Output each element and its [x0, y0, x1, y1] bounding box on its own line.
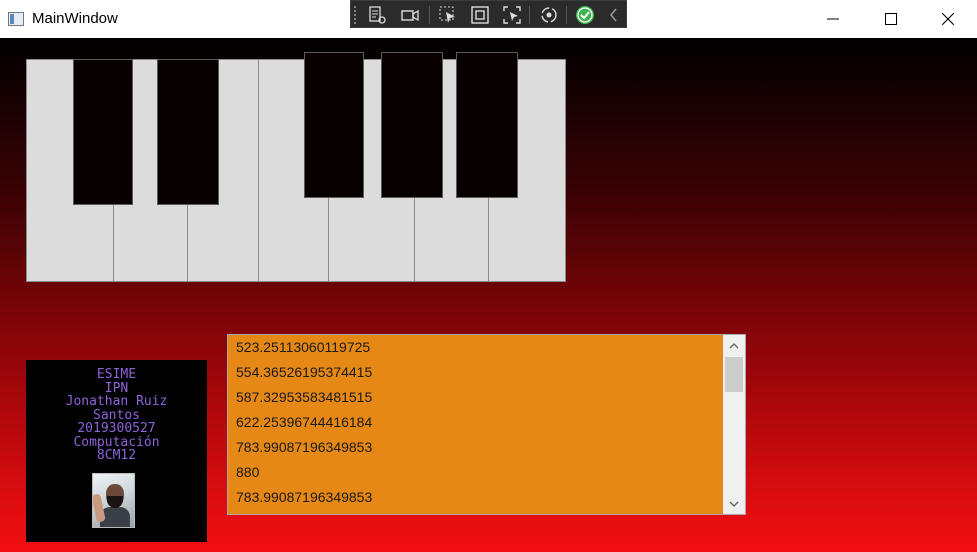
- toolbar-separator: [566, 6, 567, 24]
- chevron-down-icon: [729, 501, 739, 507]
- list-item[interactable]: 783.99087196349853: [228, 435, 723, 460]
- track-focus-icon[interactable]: [501, 4, 523, 26]
- window-content: ESIME IPN Jonathan Ruiz Santos 201930052…: [0, 38, 977, 552]
- list-item[interactable]: 587.32953583481515: [228, 385, 723, 410]
- vertical-scrollbar[interactable]: [723, 335, 745, 514]
- scroll-thumb[interactable]: [725, 357, 743, 392]
- close-button[interactable]: [919, 0, 977, 38]
- info-line: IPN: [104, 380, 129, 396]
- frequency-listbox[interactable]: 523.25113060119725 554.36526195374415 58…: [227, 334, 746, 515]
- close-icon: [942, 13, 954, 25]
- info-line: Jonathan Ruiz: [65, 394, 168, 409]
- frequency-list: 523.25113060119725 554.36526195374415 58…: [228, 335, 723, 514]
- display-layout-adorners-icon[interactable]: [469, 4, 491, 26]
- piano-black-key[interactable]: [456, 52, 518, 198]
- info-line: Santos: [93, 407, 140, 423]
- toolbar-separator: [429, 6, 430, 24]
- app-window-icon: [8, 12, 24, 26]
- maximize-button[interactable]: [862, 0, 920, 38]
- piano-keyboard: [26, 52, 566, 282]
- author-info-text: ESIME IPN Jonathan Ruiz Santos 201930052…: [26, 368, 207, 463]
- list-item[interactable]: 880: [228, 460, 723, 485]
- hot-reload-icon[interactable]: [538, 4, 560, 26]
- window-title: MainWindow: [32, 10, 118, 27]
- minimize-button[interactable]: [804, 0, 862, 38]
- list-item[interactable]: 554.36526195374415: [228, 360, 723, 385]
- binding-ok-icon[interactable]: [574, 4, 596, 26]
- info-line: Computación: [73, 434, 160, 450]
- info-line: 8CM12: [96, 448, 137, 463]
- collapse-chevron-icon[interactable]: [603, 4, 625, 26]
- list-item[interactable]: 622.25396744416184: [228, 410, 723, 435]
- select-element-icon[interactable]: [437, 4, 459, 26]
- minimize-icon: [827, 18, 839, 20]
- piano-black-key[interactable]: [157, 59, 219, 205]
- chevron-up-icon: [729, 342, 739, 348]
- list-item[interactable]: 783.99087196349853: [228, 485, 723, 510]
- scroll-up-button[interactable]: [723, 335, 745, 356]
- record-icon[interactable]: [399, 4, 421, 26]
- toolbar-grip-icon[interactable]: [353, 5, 357, 25]
- info-line: 2019300527: [77, 421, 156, 436]
- toolbar-separator: [529, 6, 530, 24]
- live-visual-tree-icon[interactable]: [366, 4, 388, 26]
- xaml-debug-toolbar: [350, 0, 627, 28]
- list-item[interactable]: 523.25113060119725: [228, 335, 723, 360]
- maximize-icon: [885, 13, 897, 25]
- piano-black-key[interactable]: [73, 59, 133, 205]
- scroll-down-button[interactable]: [723, 493, 745, 514]
- profile-photo: [92, 473, 135, 528]
- piano-black-key[interactable]: [304, 52, 364, 198]
- info-line: ESIME: [96, 367, 137, 382]
- author-info-panel: ESIME IPN Jonathan Ruiz Santos 201930052…: [26, 360, 207, 542]
- title-bar[interactable]: MainWindow: [0, 0, 977, 38]
- piano-black-key[interactable]: [381, 52, 443, 198]
